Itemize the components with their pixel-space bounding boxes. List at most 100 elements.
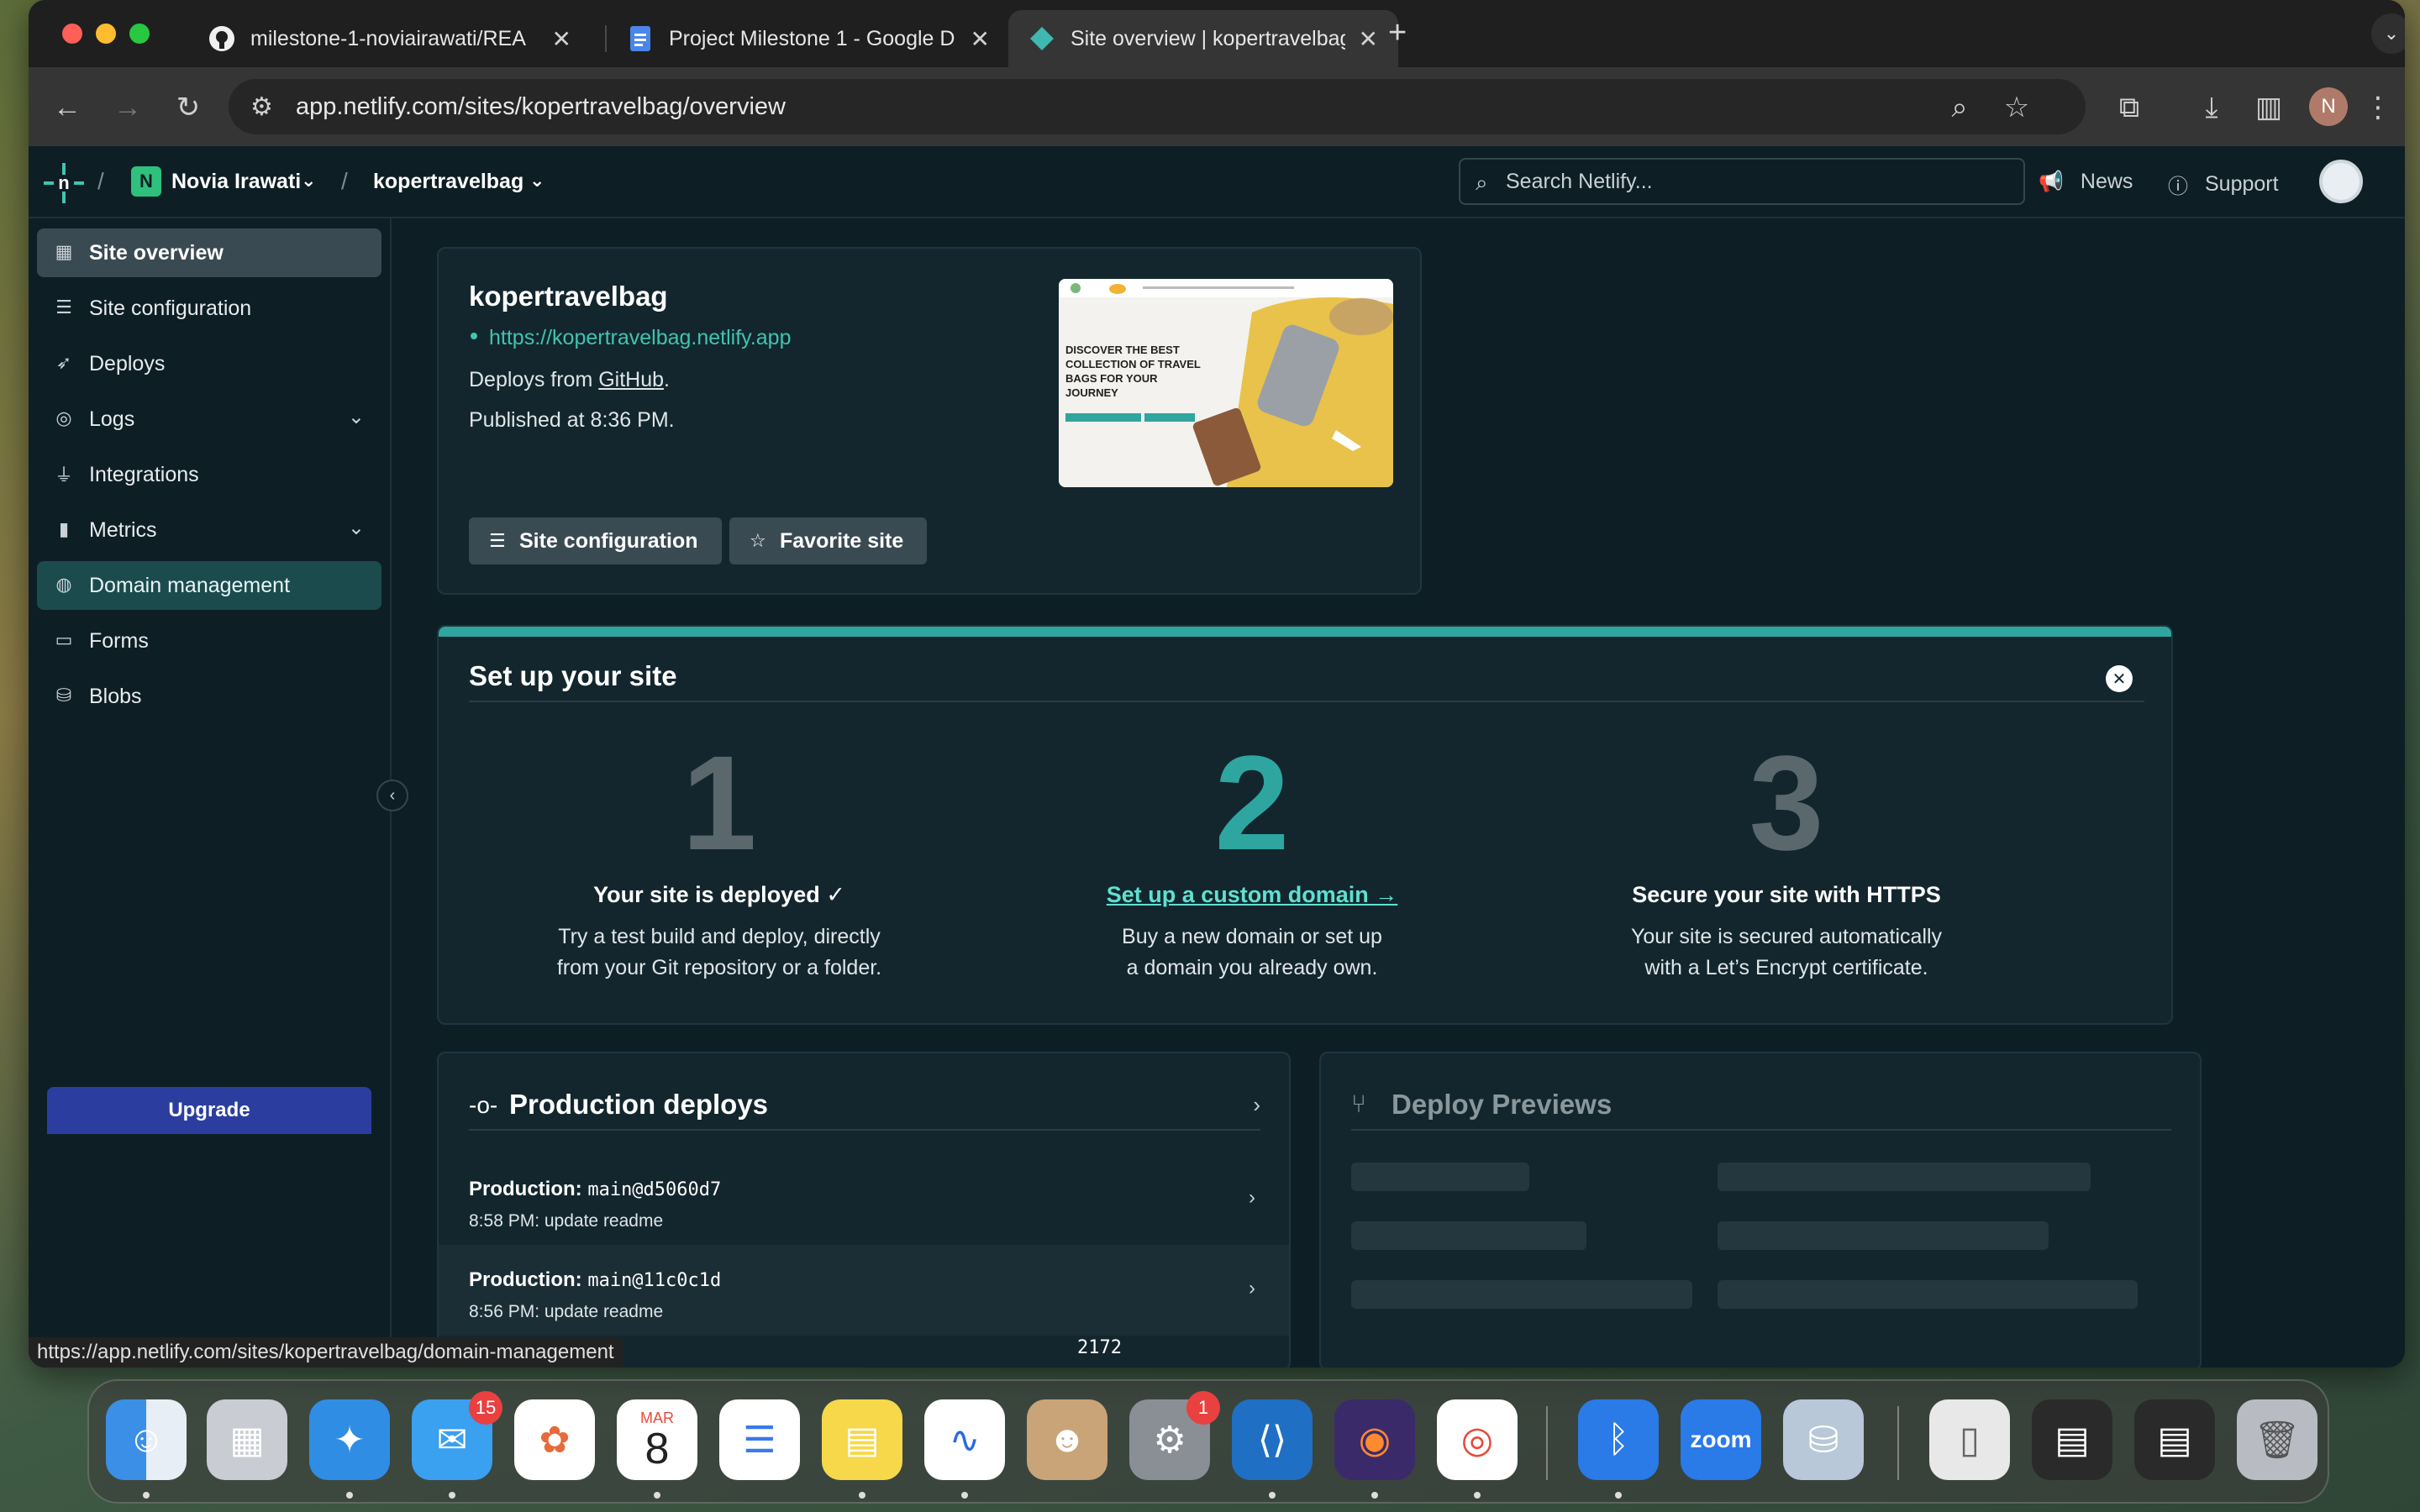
profile-avatar[interactable]: N [2309, 87, 2348, 126]
upgrade-button[interactable]: Upgrade [47, 1087, 371, 1134]
breadcrumb-separator: / [97, 168, 104, 194]
trash-icon[interactable]: 🗑 [2237, 1399, 2317, 1480]
freeform-icon[interactable]: ∿ [924, 1399, 1005, 1480]
forward-icon[interactable]: → [106, 86, 150, 129]
reminders-icon[interactable]: ☰ [719, 1399, 800, 1480]
support-link[interactable]: ⓘ Support [2168, 170, 2279, 199]
database-icon: ⛁ [55, 685, 72, 706]
close-tab-icon[interactable]: ✕ [971, 25, 990, 53]
step-description-line: Try a test build and deploy, directly [558, 925, 881, 948]
sidebar-item-metrics[interactable]: ▮ Metrics ⌄ [37, 506, 381, 554]
vscode-icon[interactable]: ⟨⟩ [1232, 1399, 1313, 1480]
production-deploys-title[interactable]: Production deploys [509, 1089, 768, 1121]
chevron-right-icon[interactable]: › [1253, 1092, 1260, 1118]
running-indicator [449, 1492, 455, 1499]
sidebar-item-blobs[interactable]: ⛁ Blobs [37, 672, 381, 721]
bluetooth-icon[interactable]: ᛒ [1578, 1399, 1659, 1480]
browser-menu-icon[interactable]: ⋮ [2356, 86, 2400, 129]
tab-search-icon[interactable]: ⌄ [2371, 13, 2405, 54]
site-configuration-button[interactable]: ☰ Site configuration [469, 517, 722, 564]
zoom-icon[interactable]: ⌕ [1938, 86, 1981, 129]
browser-window: milestone-1-noviairawati/REA ✕ Project M… [29, 0, 2405, 1368]
contacts-icon[interactable]: ☻ [1027, 1399, 1107, 1480]
chevron-right-icon: › [1249, 1186, 1255, 1209]
new-tab-icon[interactable]: + [1388, 15, 1407, 51]
site-url-link[interactable]: https://kopertravelbag.netlify.app [489, 326, 791, 350]
notes-icon[interactable]: ▤ [822, 1399, 902, 1480]
search-input[interactable]: ⌕ Search Netlify... [1459, 158, 2025, 205]
sidebar-item-site-overview[interactable]: ▦ Site overview [37, 228, 381, 277]
mail-badge: 15 [469, 1391, 502, 1425]
setup-step-2: 2 Set up a custom domain → Buy a new dom… [1000, 727, 1504, 984]
running-indicator [859, 1492, 865, 1499]
zoom-window-button[interactable] [129, 24, 150, 44]
github-link[interactable]: GitHub [598, 368, 664, 391]
download-icon[interactable]: ⤓ [2190, 86, 2233, 129]
step-description-line: from your Git repository or a folder. [556, 956, 882, 979]
sidebar-item-integrations[interactable]: ⏚ Integrations [37, 450, 381, 499]
tab-google-docs[interactable]: Project Milestone 1 - Google D ✕ [607, 10, 1010, 67]
firefox-icon[interactable]: ◉ [1334, 1399, 1415, 1480]
deploy-row[interactable]: Production: main@11c0c1d 8:56 PM: update… [439, 1245, 1289, 1336]
safari-icon[interactable]: ✦ [309, 1399, 390, 1480]
step-heading: Secure your site with HTTPS [1632, 882, 1941, 907]
custom-domain-link[interactable]: Set up a custom domain → [1000, 882, 1504, 908]
finder-icon[interactable]: ☺ [106, 1399, 187, 1480]
photos-icon[interactable]: ✿ [514, 1399, 595, 1480]
sidebar-item-label: Logs [89, 407, 135, 431]
setup-title: Set up your site [469, 660, 677, 691]
deploy-meta: 8:58 PM: update readme [469, 1211, 664, 1231]
favorite-site-button[interactable]: ☆ Favorite site [729, 517, 928, 564]
site-switcher[interactable]: kopertravelbag [373, 170, 523, 194]
chevron-down-icon[interactable]: ⌄ [348, 516, 365, 540]
netlify-logo-icon[interactable]: n [42, 161, 86, 209]
close-tab-icon[interactable]: ✕ [1359, 25, 1378, 53]
site-info-icon[interactable]: ⚙ [250, 92, 273, 122]
button-label: Favorite site [780, 528, 904, 553]
bookmark-star-icon[interactable]: ☆ [1995, 86, 2039, 129]
close-tab-icon[interactable]: ✕ [552, 25, 571, 53]
thumbnail-headline: DISCOVER THE BEST COLLECTION OF TRAVEL B… [1065, 344, 1201, 399]
loading-skeleton [1718, 1221, 2049, 1250]
site-overview-card: kopertravelbag https://kopertravelbag.ne… [437, 247, 1422, 595]
sidebar-item-domain-management[interactable]: ◍ Domain management [37, 561, 381, 610]
team-switcher[interactable]: Novia Irawati [171, 170, 301, 194]
disk-utility-icon[interactable]: ⛁ [1783, 1399, 1864, 1480]
tab-github[interactable]: milestone-1-noviairawati/REA ✕ [188, 10, 592, 67]
step-description-line: a domain you already own. [1126, 956, 1378, 979]
news-link[interactable]: 📢 News [2039, 170, 2133, 194]
chevron-down-icon[interactable]: ⌄ [348, 405, 365, 429]
chevron-down-icon[interactable]: ⌄ [301, 170, 316, 192]
tab-netlify[interactable]: Site overview | kopertravelbag ✕ [1008, 10, 1398, 67]
reload-icon[interactable]: ↻ [166, 86, 210, 129]
chrome-icon[interactable]: ◎ [1437, 1399, 1518, 1480]
side-panel-icon[interactable]: ▥ [2247, 86, 2291, 129]
document-icon[interactable]: ▯ [1929, 1399, 2010, 1480]
deploy-name-partial: 2172 [1077, 1336, 1122, 1359]
deploy-row[interactable]: Production: main@d5060d7 8:58 PM: update… [439, 1154, 1289, 1245]
sidebar-item-site-configuration[interactable]: ☰ Site configuration [37, 284, 381, 333]
loading-skeleton [1351, 1163, 1529, 1191]
close-icon[interactable]: ✕ [2106, 665, 2133, 692]
calendar-icon[interactable]: MAR 8 [617, 1399, 697, 1480]
address-bar[interactable]: ⚙ app.netlify.com/sites/kopertravelbag/o… [229, 79, 2086, 134]
sidebar-item-forms[interactable]: ▭ Forms [37, 617, 381, 665]
zoom-icon[interactable]: zoom [1681, 1399, 1761, 1480]
sidebar-item-logs[interactable]: ◎ Logs ⌄ [37, 395, 381, 444]
config-icon: ☰ [55, 297, 72, 318]
user-avatar[interactable] [2319, 160, 2363, 203]
minimize-window-button[interactable] [96, 24, 116, 44]
launchpad-icon[interactable]: ▦ [207, 1399, 287, 1480]
site-preview-thumbnail[interactable]: DISCOVER THE BEST COLLECTION OF TRAVEL B… [1059, 279, 1393, 487]
running-indicator [1615, 1492, 1622, 1499]
setup-site-card: Set up your site ✕ 1 Your site is deploy… [437, 625, 2173, 1025]
sidebar-item-deploys[interactable]: ➶ Deploys [37, 339, 381, 388]
deploy-previews-title[interactable]: Deploy Previews [1392, 1089, 1612, 1121]
back-icon[interactable]: ← [45, 86, 89, 129]
close-window-button[interactable] [62, 24, 82, 44]
chevron-down-icon[interactable]: ⌄ [529, 170, 544, 192]
extensions-icon[interactable]: ⧉ [2107, 86, 2151, 129]
collapse-sidebar-button[interactable]: ‹ [376, 780, 408, 811]
window-preview-icon[interactable]: ▤ [2134, 1399, 2215, 1480]
window-preview-icon[interactable]: ▤ [2032, 1399, 2112, 1480]
